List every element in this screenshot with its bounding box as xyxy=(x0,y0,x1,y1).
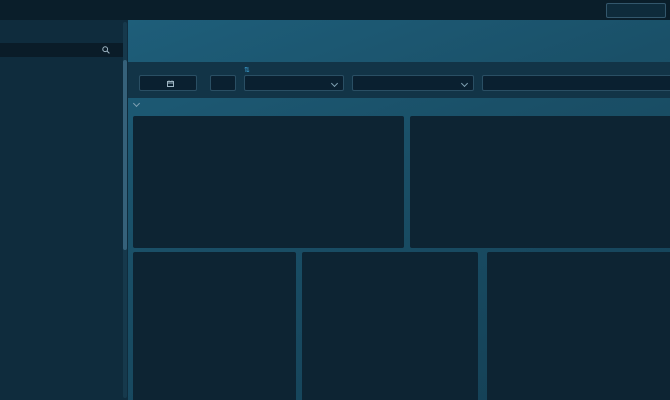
top-domains-panel xyxy=(133,252,296,400)
period-select[interactable] xyxy=(139,75,197,91)
filter-bar: ⇅ xyxy=(128,62,670,98)
exclude-resources-input[interactable] xyxy=(483,76,670,90)
top-input[interactable] xyxy=(210,75,236,91)
traffic-chart-panel xyxy=(410,116,670,248)
sort-select[interactable] xyxy=(244,75,344,91)
top-categories-panel xyxy=(302,252,478,400)
top-datatypes-panel xyxy=(487,252,670,400)
search-icon xyxy=(102,46,110,54)
sidebar xyxy=(0,20,128,400)
calendar-icon xyxy=(166,80,174,87)
chevron-down-icon xyxy=(330,79,339,87)
top-bar xyxy=(0,0,670,20)
sort-label: ⇅ xyxy=(244,66,250,74)
group-section-header[interactable] xyxy=(132,99,144,108)
exclude-resources-field xyxy=(482,75,670,91)
chevron-down-icon xyxy=(460,79,469,87)
requests-chart-panel xyxy=(133,116,404,248)
person-search-button[interactable] xyxy=(606,3,666,18)
sidebar-scrollbar[interactable] xyxy=(123,22,127,398)
sort-arrows-icon: ⇅ xyxy=(244,67,250,74)
sidebar-scrollbar-thumb[interactable] xyxy=(123,60,127,250)
sidebar-search xyxy=(0,43,126,57)
requests-select[interactable] xyxy=(352,75,474,91)
app-root: ⇅ xyxy=(0,0,670,400)
chevron-down-icon xyxy=(132,99,141,108)
